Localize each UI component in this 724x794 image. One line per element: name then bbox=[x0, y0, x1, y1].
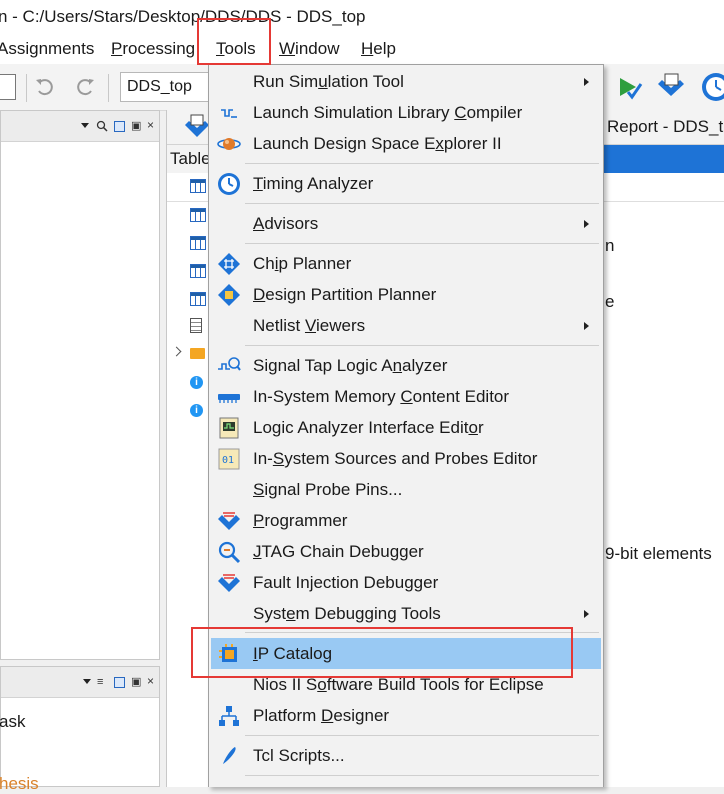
menu-item-logic-analyzer-interface-editor[interactable]: Logic Analyzer Interface Editor bbox=[209, 412, 603, 443]
info-icon[interactable]: i bbox=[190, 376, 203, 389]
sources-probes-icon: 01 bbox=[218, 448, 240, 470]
menu-processing[interactable]: Processing bbox=[111, 33, 195, 64]
report-text-fragment: e bbox=[605, 292, 615, 311]
menu-help[interactable]: Help bbox=[361, 33, 396, 64]
report-icon bbox=[185, 114, 209, 137]
menu-item-platform-designer[interactable]: Platform Designer bbox=[209, 700, 603, 731]
table-icon[interactable] bbox=[190, 236, 206, 250]
menu-item-netlist-viewers[interactable]: Netlist Viewers bbox=[209, 310, 603, 341]
menu-item-signal-tap-logic-analyzer[interactable]: Signal Tap Logic Analyzer bbox=[209, 350, 603, 381]
menu-separator bbox=[245, 735, 599, 736]
report-tab-label[interactable]: Report - DDS_t bbox=[607, 117, 723, 137]
menu-item-in-system-sources-probes-editor[interactable]: 01 In-System Sources and Probes Editor bbox=[209, 443, 603, 474]
submenu-arrow-icon bbox=[584, 322, 589, 330]
menu-item-run-simulation-tool[interactable]: Run Simulation Tool bbox=[209, 66, 603, 97]
info-icon[interactable]: i bbox=[190, 404, 203, 417]
toolbar-separator bbox=[108, 74, 109, 102]
table-icon[interactable] bbox=[190, 179, 206, 193]
menu-item-tcl-scripts[interactable]: Tcl Scripts... bbox=[209, 740, 603, 771]
table-of-contents-header: Table bbox=[167, 145, 211, 173]
menu-separator bbox=[245, 775, 599, 776]
submenu-arrow-icon bbox=[584, 610, 589, 618]
report-text-fragment: 9-bit elements bbox=[605, 544, 712, 563]
float-icon[interactable]: ▣ bbox=[131, 676, 141, 688]
search-icon[interactable] bbox=[96, 120, 108, 132]
table-icon[interactable] bbox=[190, 264, 206, 278]
clock-icon bbox=[218, 173, 240, 195]
timing-analyzer-toolbar-icon[interactable] bbox=[700, 71, 724, 103]
menu-item-design-partition-planner[interactable]: Design Partition Planner bbox=[209, 279, 603, 310]
toolbar-separator bbox=[26, 74, 27, 102]
menu-separator bbox=[245, 345, 599, 346]
undo-icon[interactable] bbox=[34, 76, 56, 98]
save-file-icon[interactable] bbox=[0, 74, 16, 100]
menu-item-programmer[interactable]: Programmer bbox=[209, 505, 603, 536]
document-icon[interactable] bbox=[190, 318, 202, 333]
pin-icon[interactable] bbox=[114, 121, 125, 132]
design-space-explorer-icon bbox=[217, 138, 241, 150]
chevron-down-icon[interactable] bbox=[81, 123, 89, 128]
tools-menu: Run Simulation Tool Launch Simulation Li… bbox=[208, 64, 604, 787]
logic-analyzer-interface-icon bbox=[219, 417, 239, 439]
tasks-header: ≡ ▣ × bbox=[1, 667, 159, 698]
partition-planner-icon bbox=[218, 284, 240, 306]
list-icon[interactable]: ≡ bbox=[97, 676, 103, 688]
report-text-fragment: n bbox=[605, 236, 615, 255]
annotation-highlight-tools bbox=[197, 18, 271, 65]
menu-separator bbox=[245, 243, 599, 244]
menu-bar: Assignments Processing Tools Window Help bbox=[0, 33, 724, 64]
menu-item-system-debugging-tools[interactable]: System Debugging Tools bbox=[209, 598, 603, 629]
menu-assignments[interactable]: Assignments bbox=[0, 33, 94, 64]
menu-item-launch-simulation-library-compiler[interactable]: Launch Simulation Library Compiler bbox=[209, 97, 603, 128]
top-level-entity-combo[interactable]: DDS_top bbox=[120, 72, 212, 102]
compile-check-icon[interactable] bbox=[614, 72, 644, 102]
tcl-scripts-icon bbox=[223, 747, 236, 764]
submenu-arrow-icon bbox=[584, 220, 589, 228]
memory-editor-icon bbox=[218, 394, 240, 403]
window-title-bar: n - C:/Users/Stars/Desktop/DDS/DDS - DDS… bbox=[0, 0, 724, 33]
tasks-panel: ≡ ▣ × ask hesis bbox=[0, 666, 160, 793]
menu-item-timing-analyzer[interactable]: Timing Analyzer bbox=[209, 168, 603, 199]
close-icon[interactable]: × bbox=[147, 119, 154, 131]
programmer-icon bbox=[218, 512, 240, 530]
menu-item-in-system-memory-content-editor[interactable]: In-System Memory Content Editor bbox=[209, 381, 603, 412]
menu-item-jtag-chain-debugger[interactable]: JTAG Chain Debugger bbox=[209, 536, 603, 567]
menu-item-chip-planner[interactable]: Chip Planner bbox=[209, 248, 603, 279]
table-icon[interactable] bbox=[190, 208, 206, 222]
table-icon[interactable] bbox=[190, 292, 206, 306]
close-icon[interactable]: × bbox=[147, 675, 154, 687]
chevron-down-icon[interactable] bbox=[83, 679, 91, 684]
window-title: n - C:/Users/Stars/Desktop/DDS/DDS - DDS… bbox=[0, 7, 366, 26]
tasks-text: ask bbox=[0, 712, 26, 731]
menu-separator bbox=[245, 163, 599, 164]
chip-planner-icon bbox=[218, 253, 240, 275]
svg-text:01: 01 bbox=[222, 455, 234, 466]
menu-window[interactable]: Window bbox=[279, 33, 339, 64]
float-icon[interactable]: ▣ bbox=[131, 120, 141, 132]
menu-item-fault-injection-debugger[interactable]: Fault Injection Debugger bbox=[209, 567, 603, 598]
menu-separator bbox=[245, 203, 599, 204]
redo-icon[interactable] bbox=[74, 76, 96, 98]
pin-icon[interactable] bbox=[114, 677, 125, 688]
simulation-compiler-icon bbox=[221, 109, 237, 118]
fault-injection-icon bbox=[218, 574, 240, 592]
menu-item-advisors[interactable]: Advisors bbox=[209, 208, 603, 239]
submenu-arrow-icon bbox=[584, 78, 589, 86]
tasks-flow-text: hesis bbox=[0, 774, 39, 793]
platform-designer-icon bbox=[219, 706, 239, 726]
jtag-debugger-icon bbox=[218, 541, 241, 564]
folder-icon[interactable] bbox=[190, 348, 205, 359]
signal-tap-icon bbox=[218, 357, 241, 371]
project-navigator-panel: ▣ × bbox=[0, 110, 160, 660]
annotation-highlight-ip-catalog bbox=[191, 627, 573, 678]
programmer-toolbar-icon[interactable] bbox=[654, 72, 688, 104]
menu-item-launch-design-space-explorer[interactable]: Launch Design Space Explorer II bbox=[209, 128, 603, 159]
project-navigator-header: ▣ × bbox=[1, 111, 159, 142]
menu-item-signal-probe-pins[interactable]: Signal Probe Pins... bbox=[209, 474, 603, 505]
